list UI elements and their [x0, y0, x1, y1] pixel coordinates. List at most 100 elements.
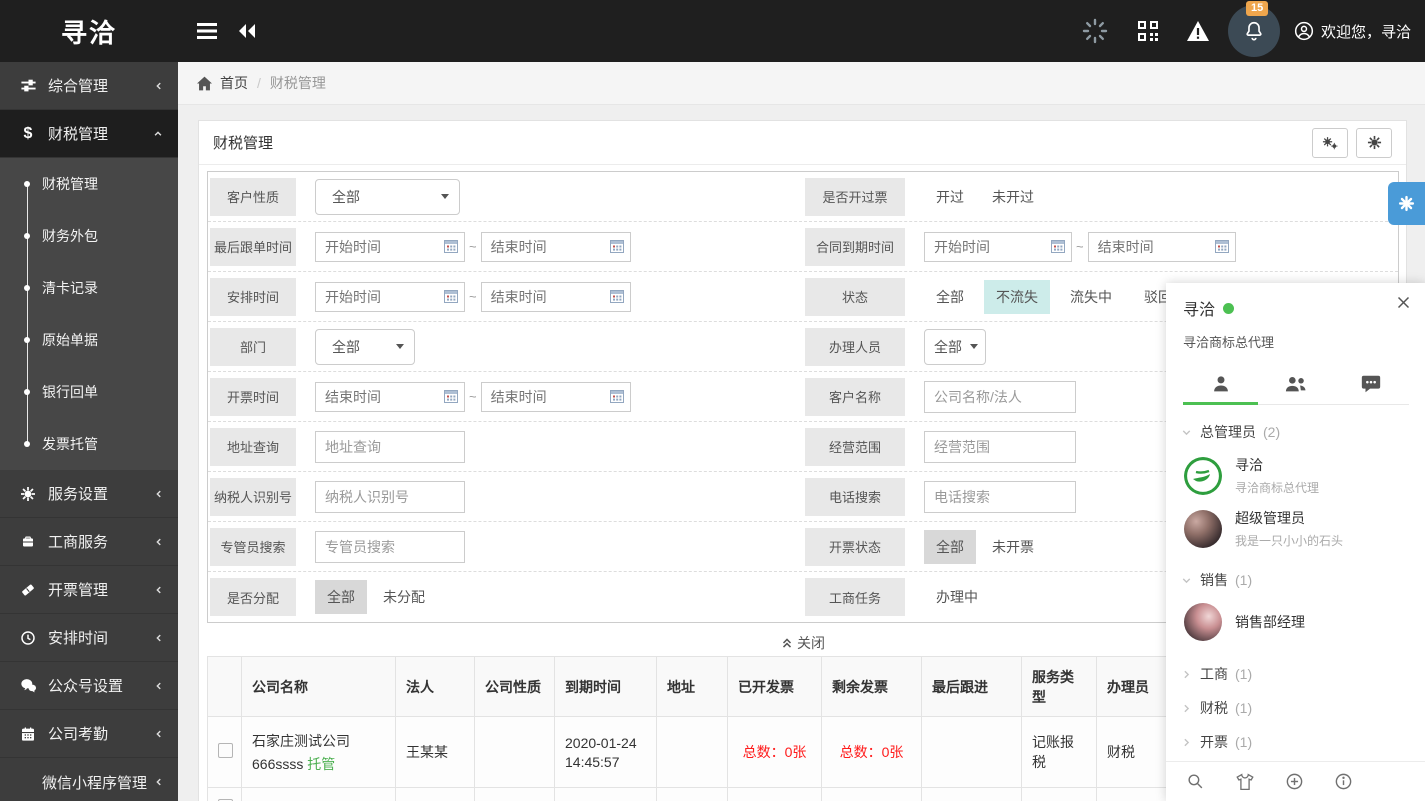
- user-menu[interactable]: 欢迎您，寻洽: [1294, 21, 1411, 42]
- select-value: 全部: [332, 337, 360, 357]
- search-icon[interactable]: [1186, 772, 1205, 791]
- customer-nature-select[interactable]: 全部: [315, 179, 460, 215]
- settings-gear-button[interactable]: [1356, 128, 1392, 158]
- invoice-status-none[interactable]: 未开票: [980, 530, 1046, 564]
- calendar-icon: [18, 726, 38, 742]
- submenu-item-invoice-hosting[interactable]: 发票托管: [0, 418, 178, 470]
- filter-label: 电话搜索: [805, 478, 905, 516]
- option-invoiced-no[interactable]: 未开过: [980, 180, 1046, 214]
- schedule-end-date[interactable]: 结束时间: [481, 282, 631, 312]
- business-scope-input[interactable]: [924, 431, 1076, 463]
- gear-icon: [1367, 135, 1382, 150]
- group-tax[interactable]: 财税 (1): [1166, 691, 1425, 725]
- filter-label: 地址查询: [210, 428, 296, 466]
- submenu-item-bank-receipts[interactable]: 银行回单: [0, 366, 178, 418]
- sidebar-item-business-services[interactable]: 工商服务: [0, 518, 178, 566]
- phone-search-input[interactable]: [924, 481, 1076, 513]
- chat-toolbar: [1166, 761, 1425, 801]
- tab-contacts[interactable]: [1183, 363, 1258, 404]
- col-header: 已开发票: [728, 657, 822, 717]
- col-header: 法人: [396, 657, 475, 717]
- contact-xunqia[interactable]: 寻洽 寻洽商标总代理: [1166, 449, 1425, 502]
- notifications-bell[interactable]: 15: [1228, 5, 1280, 57]
- taxpayer-id-input[interactable]: [315, 481, 465, 513]
- agent-select[interactable]: 全部: [924, 329, 986, 365]
- sidebar-collapse-icon[interactable]: [230, 0, 264, 62]
- contract-end-date[interactable]: 结束时间: [1088, 232, 1236, 262]
- submenu-item-original-documents[interactable]: 原始单据: [0, 314, 178, 366]
- sidebar-item-miniprogram[interactable]: 微信小程序管理: [0, 758, 178, 801]
- sidebar-item-service-settings[interactable]: 服务设置: [0, 470, 178, 518]
- sliders-icon: [18, 77, 38, 94]
- chevron-left-icon: [154, 536, 164, 548]
- loading-spinner-icon: [1082, 18, 1108, 44]
- address-search-input[interactable]: [315, 431, 465, 463]
- hamburger-menu-icon[interactable]: [190, 0, 224, 62]
- assigned-none[interactable]: 未分配: [371, 580, 437, 614]
- invoice-start-date[interactable]: 结束时间: [315, 382, 465, 412]
- sidebar-item-tax[interactable]: $ 财税管理: [0, 110, 178, 158]
- sidebar-item-schedule[interactable]: 安排时间: [0, 614, 178, 662]
- chat-header: 寻洽 寻洽商标总代理: [1166, 283, 1425, 405]
- schedule-start-date[interactable]: 开始时间: [315, 282, 465, 312]
- group-sales[interactable]: 销售 (1): [1166, 563, 1425, 597]
- qr-code-icon[interactable]: [1138, 21, 1158, 41]
- status-option-all[interactable]: 全部: [924, 280, 976, 314]
- sidebar: 综合管理 $ 财税管理 财税管理 财务外包 清卡记录 原始单据 银行回单 发票托…: [0, 62, 178, 801]
- group-invoice[interactable]: 开票 (1): [1166, 725, 1425, 759]
- settings-cogs-button[interactable]: [1312, 128, 1348, 158]
- cogs-icon: [1322, 136, 1338, 150]
- bell-icon: [1243, 19, 1265, 43]
- col-header: 剩余发票: [822, 657, 922, 717]
- sidebar-item-attendance[interactable]: 公司考勤: [0, 710, 178, 758]
- business-task-processing[interactable]: 办理中: [924, 580, 990, 614]
- submenu-item-tax-management[interactable]: 财税管理: [0, 158, 178, 210]
- date-range-separator: ~: [469, 289, 477, 304]
- cell-company[interactable]: 石家庄测试公司 666ssss 托管: [242, 717, 396, 788]
- tshirt-icon[interactable]: [1235, 773, 1255, 791]
- followup-start-date[interactable]: 开始时间: [315, 232, 465, 262]
- chevron-right-icon: [1180, 702, 1193, 715]
- cell-address: [657, 717, 728, 788]
- department-select[interactable]: 全部: [315, 329, 415, 365]
- add-icon[interactable]: [1285, 772, 1304, 791]
- status-option-losing[interactable]: 流失中: [1058, 280, 1124, 314]
- group-business[interactable]: 工商 (1): [1166, 657, 1425, 691]
- contact-super-admin[interactable]: 超级管理员 我是一只小小的石头: [1166, 502, 1425, 555]
- contact-name: 寻洽: [1235, 455, 1319, 475]
- supervisor-search-input[interactable]: [315, 531, 465, 563]
- sidebar-item-general[interactable]: 综合管理: [0, 62, 178, 110]
- invoice-end-date[interactable]: 结束时间: [481, 382, 631, 412]
- row-checkbox[interactable]: [218, 743, 233, 758]
- submenu-item-card-clearing[interactable]: 清卡记录: [0, 262, 178, 314]
- contract-start-date[interactable]: 开始时间: [924, 232, 1072, 262]
- warning-icon[interactable]: [1186, 20, 1210, 42]
- contact-sales-manager[interactable]: 销售部经理: [1166, 597, 1425, 647]
- assigned-all[interactable]: 全部: [315, 580, 367, 614]
- tab-groups[interactable]: [1258, 363, 1333, 404]
- followup-end-date[interactable]: 结束时间: [481, 232, 631, 262]
- info-icon[interactable]: [1334, 772, 1353, 791]
- chat-close-button[interactable]: [1396, 295, 1411, 310]
- sidebar-item-wechat-official[interactable]: 公众号设置: [0, 662, 178, 710]
- quick-tools-fab[interactable]: [1388, 182, 1425, 225]
- welcome-text: 欢迎您，寻洽: [1321, 21, 1411, 42]
- chat-subtitle: 寻洽商标总代理: [1183, 332, 1409, 351]
- filter-label: 经营范围: [805, 428, 905, 466]
- tab-chats[interactable]: [1334, 363, 1409, 404]
- sidebar-item-label: 工商服务: [48, 531, 154, 552]
- customer-name-input[interactable]: [924, 381, 1076, 413]
- invoice-status-all[interactable]: 全部: [924, 530, 976, 564]
- submenu-item-finance-outsourcing[interactable]: 财务外包: [0, 210, 178, 262]
- status-option-not-lost[interactable]: 不流失: [984, 280, 1050, 314]
- filter-row: 最后跟单时间 开始时间 ~ 结束时间 合同到期时间 开始时间 ~ 结束时间: [208, 222, 1398, 272]
- breadcrumb-home[interactable]: 首页: [196, 73, 248, 93]
- option-invoiced-yes[interactable]: 开过: [924, 180, 976, 214]
- hosting-tag: 托管: [307, 756, 335, 772]
- group-admins[interactable]: 总管理员 (2): [1166, 415, 1425, 449]
- filter-label: 纳税人识别号: [210, 478, 296, 516]
- date-placeholder: 结束时间: [1098, 237, 1154, 257]
- sidebar-item-invoicing[interactable]: 开票管理: [0, 566, 178, 614]
- datepicker-icon: [610, 390, 624, 403]
- datepicker-icon: [610, 240, 624, 253]
